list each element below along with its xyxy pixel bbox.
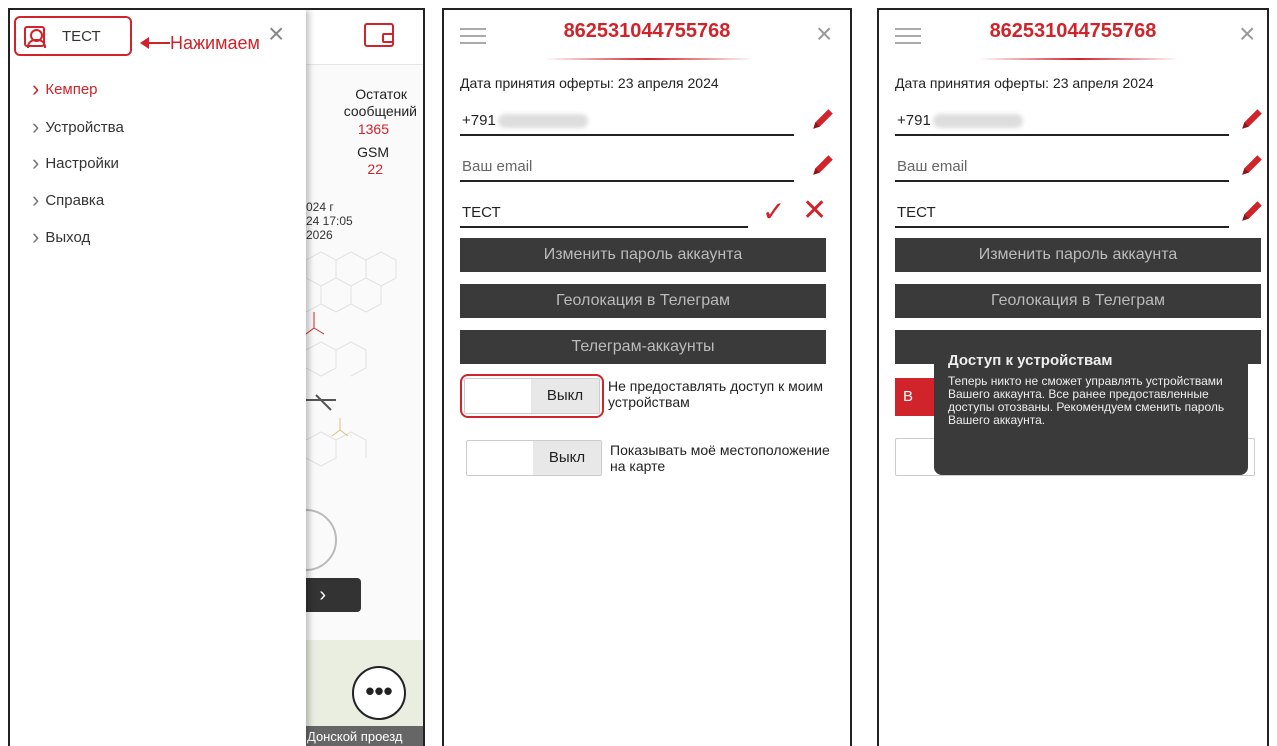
toggle-state: Выкл — [533, 441, 601, 475]
annotation-text: Нажимаем — [170, 33, 260, 53]
remaining-label: Остаток — [355, 86, 407, 102]
chevron-right-icon: › — [32, 150, 40, 175]
toggle-state: Выкл — [531, 379, 599, 413]
app-header — [306, 10, 423, 65]
email-field[interactable]: Ваш email — [460, 154, 794, 182]
gsm-label: GSM — [357, 144, 389, 160]
menu-item-label: Устройства — [45, 118, 124, 136]
phone-field[interactable]: +791 — [895, 108, 1229, 136]
date-line-2: 24 17:05 — [306, 214, 353, 228]
app-next-button[interactable]: › — [306, 578, 361, 612]
telegram-geolocation-button[interactable]: Геолокация в Телеграм — [460, 284, 826, 318]
hex-pattern — [306, 251, 397, 571]
user-profile-button[interactable]: ТЕСТ — [14, 16, 132, 56]
gsm-value: 22 — [367, 161, 383, 177]
device-id-title: 862531044755768 — [989, 20, 1157, 42]
phone-value: +791 — [897, 112, 931, 129]
map-street-label: Донской проезд — [306, 726, 423, 746]
menu-item-label: Кемпер — [45, 80, 98, 98]
annotation-arrow — [140, 37, 170, 49]
telegram-geolocation-button[interactable]: Геолокация в Телеграм — [895, 284, 1261, 318]
wallet-icon[interactable] — [364, 23, 394, 47]
user-icon — [24, 26, 46, 48]
tooltip-title: Доступ к устройствам — [948, 352, 1113, 369]
menu-item-label: Настройки — [45, 154, 119, 172]
chevron-right-icon: › — [32, 187, 40, 212]
menu-item-settings[interactable]: › Настройки — [32, 150, 119, 175]
date-line-3: 2026 — [306, 228, 333, 242]
partial-red-button[interactable]: В — [895, 378, 935, 416]
title-divider — [544, 58, 754, 60]
name-field[interactable]: ТЕСТ — [460, 200, 748, 228]
show-location-toggle[interactable]: Выкл — [466, 440, 602, 476]
menu-item-camper[interactable]: › Кемпер — [32, 76, 98, 101]
more-icon[interactable]: ••• — [352, 666, 406, 720]
close-icon[interactable]: × — [816, 20, 832, 48]
phone-blurred — [932, 114, 1023, 129]
tooltip-body: Теперь никто не сможет управлять устройс… — [948, 374, 1225, 427]
menu-item-label: Справка — [45, 191, 105, 209]
change-password-button[interactable]: Изменить пароль аккаунта — [460, 238, 826, 272]
panel-access-notice: 862531044755768 × Дата принятия оферты: … — [877, 8, 1269, 746]
toggle-highlight: Выкл — [460, 374, 604, 418]
remaining-label-2: сообщений — [343, 103, 417, 119]
chevron-right-icon: › — [32, 224, 40, 249]
chevron-right-icon: › — [32, 76, 40, 101]
pencil-icon[interactable] — [810, 106, 836, 132]
app-background: Остаток сообщений 1365 GSM 22 024 г 24 1… — [306, 10, 423, 746]
access-tooltip: Доступ к устройствам Теперь никто не смо… — [934, 340, 1248, 475]
menu-item-help[interactable]: › Справка — [32, 187, 105, 212]
check-icon[interactable]: ✓ — [762, 198, 785, 226]
panel-profile-edit: 862531044755768 × Дата принятия оферты: … — [442, 8, 852, 746]
device-id-title: 862531044755768 — [563, 20, 731, 42]
change-password-button[interactable]: Изменить пароль аккаунта — [895, 238, 1261, 272]
email-field[interactable]: Ваш email — [895, 154, 1229, 182]
phone-blurred — [497, 114, 588, 129]
offer-date: Дата принятия оферты: 23 апреля 2024 — [460, 75, 719, 91]
menu-item-label: Выход — [45, 228, 91, 246]
close-icon[interactable]: × — [1239, 20, 1255, 48]
chevron-right-icon: › — [32, 114, 40, 139]
title-divider — [979, 58, 1179, 60]
side-drawer: ТЕСТ Нажимаем × › Кемпер › Устройства › … — [10, 10, 306, 746]
menu-item-logout[interactable]: › Выход — [32, 224, 91, 249]
show-location-label: Показывать моё местоположение на карте — [610, 442, 830, 474]
deny-access-label: Не предоставлять доступ к моим устройств… — [608, 378, 823, 410]
pencil-icon[interactable] — [1239, 198, 1265, 224]
user-name: ТЕСТ — [62, 28, 101, 45]
date-line-1: 024 г — [306, 200, 334, 214]
pencil-icon[interactable] — [1239, 106, 1265, 132]
pencil-icon[interactable] — [1239, 152, 1265, 178]
panel-menu: Остаток сообщений 1365 GSM 22 024 г 24 1… — [8, 8, 425, 746]
phone-value: +791 — [462, 112, 496, 129]
cancel-icon[interactable]: ✕ — [802, 196, 827, 226]
remaining-value: 1365 — [357, 121, 389, 137]
telegram-accounts-button[interactable]: Телеграм-аккаунты — [460, 330, 826, 364]
deny-access-toggle[interactable]: Выкл — [464, 378, 600, 414]
name-field[interactable]: ТЕСТ — [895, 200, 1229, 228]
phone-field[interactable]: +791 — [460, 108, 794, 136]
offer-date: Дата принятия оферты: 23 апреля 2024 — [895, 75, 1154, 91]
menu-item-devices[interactable]: › Устройства — [32, 114, 124, 139]
pencil-icon[interactable] — [810, 152, 836, 178]
close-icon[interactable]: × — [268, 20, 284, 48]
